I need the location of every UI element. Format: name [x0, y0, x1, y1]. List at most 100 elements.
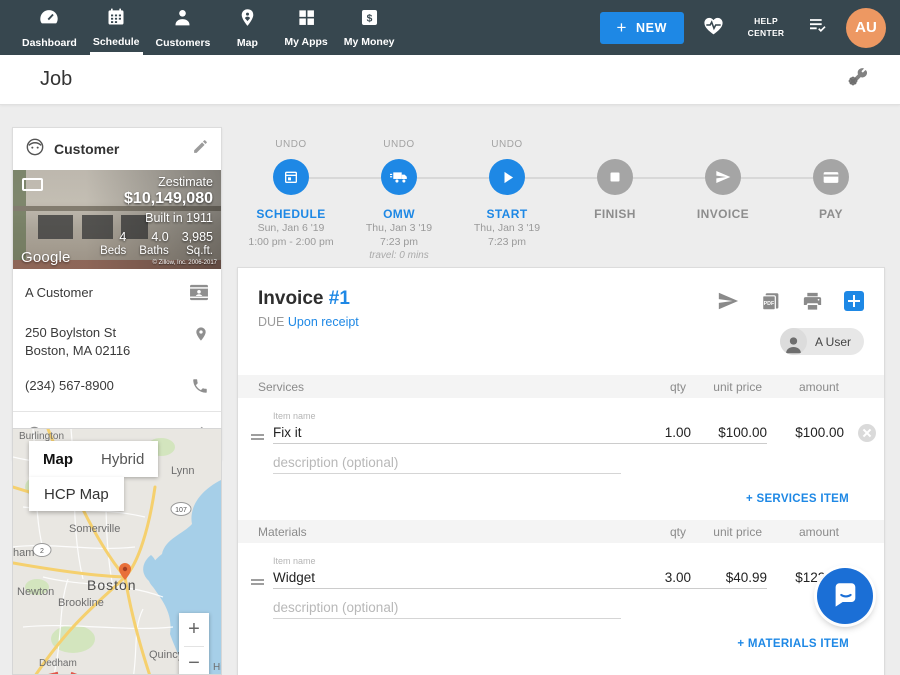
baths-stat: 4.0 Baths [139, 230, 168, 259]
service-item-name-input[interactable] [273, 421, 621, 444]
nav-item-map[interactable]: Map [218, 0, 276, 55]
svg-text:ham: ham [13, 547, 34, 559]
assigned-user-chip[interactable]: A User [780, 328, 864, 355]
invoice-actions: PDF [717, 290, 864, 312]
customer-address-row: 250 Boylston St Boston, MA 02116 [25, 315, 209, 368]
service-item-row: Item name $100.00 [238, 398, 884, 444]
finish-stop-icon[interactable] [597, 159, 633, 195]
list-check-icon[interactable] [806, 15, 829, 40]
nav-item-schedule[interactable]: Schedule [85, 0, 148, 55]
pay-card-icon[interactable] [813, 159, 849, 195]
top-nav: Dashboard Schedule Customers Map My Apps… [0, 0, 900, 55]
nav-label: Schedule [93, 36, 140, 48]
svg-text:$: $ [366, 13, 372, 24]
drag-handle[interactable] [251, 579, 264, 585]
apps-grid-icon [297, 8, 316, 32]
timeline-step-finish: FINISH [561, 105, 669, 263]
zoom-out-button[interactable]: − [179, 647, 209, 675]
service-description-input[interactable] [273, 451, 621, 474]
send-invoice-icon[interactable] [717, 290, 739, 312]
map-type-map-button[interactable]: Map [29, 441, 87, 477]
material-qty-input[interactable] [621, 566, 691, 589]
job-timeline: UNDO SCHEDULE Sun, Jan 6 '19 1:00 pm - 2… [237, 105, 885, 267]
edit-pencil-icon[interactable] [192, 138, 209, 160]
add-materials-item-link[interactable]: + MATERIALS ITEM [238, 619, 884, 665]
add-invoice-icon[interactable] [844, 291, 864, 311]
calendar-icon [106, 7, 126, 32]
customer-phone-row: (234) 567-8900 [25, 368, 209, 409]
customer-address: 250 Boylston St Boston, MA 02116 [25, 324, 130, 359]
print-icon[interactable] [802, 292, 823, 311]
built-year: Built in 1911 [145, 211, 213, 225]
nav-label: Dashboard [22, 37, 77, 49]
phone-icon[interactable] [191, 377, 209, 400]
customer-name-row: A Customer [25, 275, 209, 315]
invoice-send-icon[interactable] [705, 159, 741, 195]
nav-item-my-money[interactable]: $ My Money [336, 0, 403, 55]
road-shield-107: 107 [171, 503, 191, 516]
undo-link[interactable]: UNDO [383, 139, 414, 153]
new-button-label: NEW [636, 21, 667, 35]
omw-truck-icon[interactable] [381, 159, 417, 195]
invoice-header: Invoice #1 DUE Upon receipt PDF [238, 268, 884, 375]
nav-item-customers[interactable]: Customers [148, 0, 219, 55]
svg-text:Somerville: Somerville [69, 523, 120, 535]
service-qty-input[interactable] [621, 421, 691, 444]
map-zoom-control: + − [179, 613, 209, 675]
svg-text:Dedham: Dedham [39, 658, 77, 669]
svg-text:PDF: PDF [764, 301, 775, 307]
due-terms-link[interactable]: Upon receipt [288, 315, 359, 329]
drag-handle[interactable] [251, 434, 264, 440]
streetview-icon[interactable] [22, 178, 43, 191]
service-unit-price-input[interactable] [691, 421, 767, 444]
svg-text:Hi: Hi [213, 662, 222, 673]
customer-face-icon [25, 137, 45, 162]
user-avatar[interactable]: AU [846, 8, 886, 48]
undo-link[interactable]: UNDO [491, 139, 522, 153]
unit-price-column-header: unit price [686, 525, 762, 539]
item-name-label: Item name [273, 553, 621, 566]
hcp-map-button[interactable]: HCP Map [29, 477, 124, 511]
schedule-step-icon[interactable] [273, 159, 309, 195]
customer-details: A Customer 250 Boylston St Boston, MA 02… [13, 269, 221, 411]
chat-launcher-button[interactable] [817, 568, 873, 624]
job-settings-icon[interactable] [844, 65, 870, 94]
map-label-boston: Boston [87, 577, 137, 593]
material-item-name-input[interactable] [273, 566, 621, 589]
new-button[interactable]: + NEW [600, 12, 685, 44]
nav-item-my-apps[interactable]: My Apps [276, 0, 335, 55]
sqft-stat: 3,985 Sq.ft. [182, 230, 213, 259]
map-type-hybrid-button[interactable]: Hybrid [87, 441, 158, 477]
amount-column-header: amount [762, 525, 839, 539]
svg-text:Brookline: Brookline [58, 597, 104, 609]
app-window: Dashboard Schedule Customers Map My Apps… [0, 0, 900, 675]
location-pin-icon[interactable] [193, 324, 209, 349]
zillow-copyright: © Zillow, Inc. 2006-2017 [153, 260, 217, 266]
services-label: Services [238, 380, 616, 394]
road-shield-2: 2 [33, 544, 51, 557]
material-item-row: Item name $122.97 [238, 543, 884, 589]
services-section-header: Services qty unit price amount [238, 375, 884, 398]
add-services-item-link[interactable]: + SERVICES ITEM [238, 474, 884, 520]
help-center-link[interactable]: HELP CENTER [743, 16, 789, 38]
timeline-connector [291, 177, 831, 179]
pdf-icon[interactable]: PDF [760, 291, 781, 312]
material-description-input[interactable] [273, 596, 621, 619]
unit-price-column-header: unit price [686, 380, 762, 394]
nav-item-dashboard[interactable]: Dashboard [14, 0, 85, 55]
customer-card-header: Customer [13, 128, 221, 170]
material-unit-price-input[interactable] [691, 566, 767, 589]
remove-item-icon[interactable] [858, 424, 876, 442]
zestimate-value: $10,149,080 [124, 190, 213, 208]
assigned-user-name: A User [815, 335, 851, 349]
contact-card-icon[interactable] [189, 284, 209, 306]
timeline-step-invoice: INVOICE [669, 105, 777, 263]
undo-link[interactable]: UNDO [275, 139, 306, 153]
invoice-card: Invoice #1 DUE Upon receipt PDF [237, 267, 885, 675]
heart-pulse-icon[interactable] [701, 14, 726, 42]
invoice-number[interactable]: #1 [329, 288, 350, 309]
start-play-icon[interactable] [489, 159, 525, 195]
dollar-icon: $ [360, 8, 379, 32]
nav-label: Customers [156, 37, 211, 49]
zoom-in-button[interactable]: + [179, 613, 209, 646]
